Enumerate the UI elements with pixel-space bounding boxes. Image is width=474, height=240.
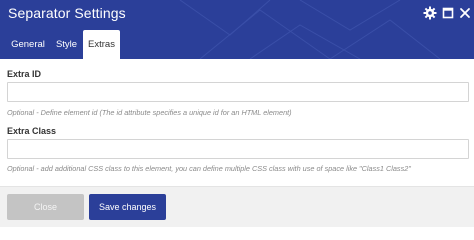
- extra-id-help: Optional - Define element id (The id att…: [7, 108, 292, 117]
- extra-id-label: Extra ID: [7, 69, 42, 79]
- extra-class-help: Optional - add additional CSS class to t…: [7, 164, 411, 173]
- extra-id-input[interactable]: [7, 82, 469, 102]
- save-changes-button[interactable]: Save changes: [89, 194, 166, 220]
- separator-settings-dialog: Separator Settings General Style Extras …: [0, 0, 474, 227]
- extra-class-label: Extra Class: [7, 126, 57, 136]
- tab-general[interactable]: General: [6, 30, 50, 59]
- close-button[interactable]: Close: [7, 194, 84, 220]
- dialog-footer: Close Save changes: [0, 186, 474, 227]
- tab-extras[interactable]: Extras: [83, 30, 120, 59]
- dialog-body: Extra ID Optional - Define element id (T…: [0, 59, 474, 186]
- dialog-header: Separator Settings General Style Extras: [0, 0, 474, 59]
- dialog-title: Separator Settings: [8, 5, 126, 21]
- tab-style[interactable]: Style: [54, 30, 79, 59]
- close-icon[interactable]: [458, 6, 472, 20]
- expand-icon[interactable]: [441, 6, 455, 20]
- extra-class-input[interactable]: [7, 139, 469, 159]
- gear-icon[interactable]: [423, 6, 437, 20]
